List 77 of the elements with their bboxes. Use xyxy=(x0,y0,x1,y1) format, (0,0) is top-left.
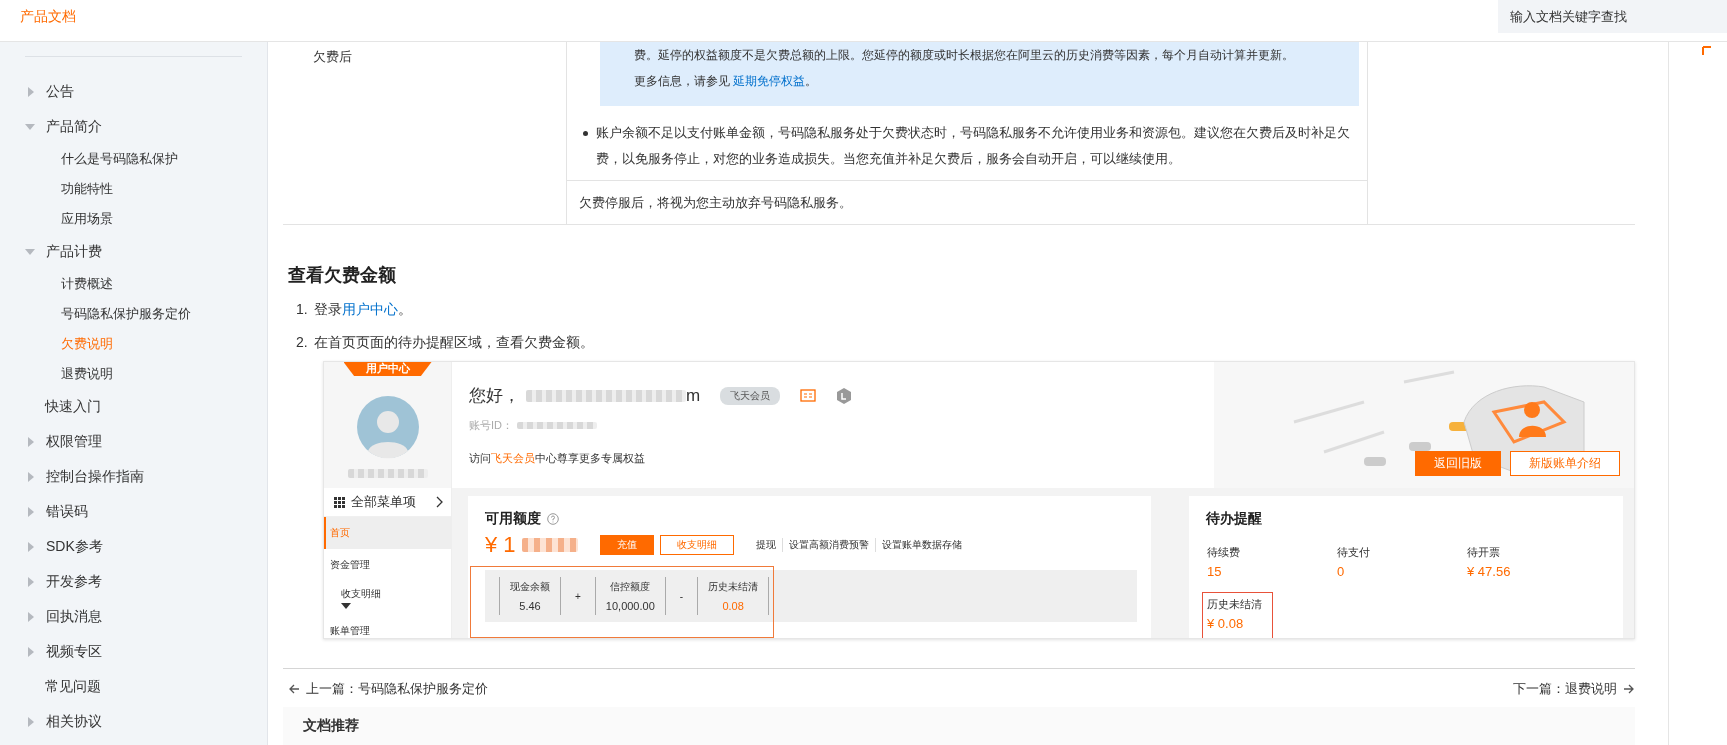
item-value: ¥ 0.08 xyxy=(1207,616,1245,631)
avatar-icon xyxy=(355,395,420,459)
sidebar-item[interactable]: SDK参考 xyxy=(46,537,103,556)
redacted-block xyxy=(521,538,578,552)
note-link[interactable]: 延期免停权益 xyxy=(733,74,806,88)
grid-icon xyxy=(334,496,345,508)
account-label: 账号ID： xyxy=(469,418,513,433)
item-value: 5.46 xyxy=(519,600,541,612)
item-value: 15 xyxy=(1207,564,1223,579)
member-badge: 飞天会员 xyxy=(720,386,781,405)
sidebar-item[interactable]: 产品简介 xyxy=(46,117,102,136)
note-text: 费。延停的权益额度不是欠费总额的上限。您延停的额度或时长根据您在阿里云的历史消费等因素，每个月自动计算并更新。 xyxy=(634,47,1295,64)
id-card-icon xyxy=(800,389,817,402)
prev-link[interactable]: 上一篇：号码隐私保护服务定价 xyxy=(306,680,488,698)
sidebar-item[interactable]: 功能特性 xyxy=(61,180,113,198)
step-text: 在首页页面的待办提醒区域，查看欠费金额。 xyxy=(313,333,594,352)
step-number: 1. xyxy=(296,300,308,319)
item-value: 0 xyxy=(1337,564,1346,579)
sidebar-item[interactable]: 退费说明 xyxy=(61,365,113,383)
balance-amount: ¥ 1 xyxy=(485,532,516,558)
sidebar-item[interactable]: 控制台操作指南 xyxy=(46,467,144,486)
search-field[interactable]: 输入文档关键字查找 xyxy=(1498,0,1727,33)
promo-text: 访问飞天会员中心尊享更多专属权益 xyxy=(469,451,646,466)
item-label: 历史未结清 xyxy=(708,580,759,594)
item-label: 历史未结清 xyxy=(1207,597,1262,612)
sidebar-item[interactable]: 错误码 xyxy=(46,502,88,521)
item-value: 10,000.00 xyxy=(605,600,655,612)
bullet-icon xyxy=(583,131,588,136)
sidebar-item[interactable]: 回执消息 xyxy=(46,607,102,626)
card-title: 可用额度 xyxy=(485,510,541,528)
recommend-title: 文档推荐 xyxy=(303,717,359,733)
sidebar-item[interactable]: 什么是号码隐私保护 xyxy=(61,150,178,168)
action-link[interactable]: 设置高额消费预警 xyxy=(781,538,875,552)
table-cell: 欠费停服后，将视为您主动放弃号码隐私服务。 xyxy=(579,195,852,210)
item-value: 0.08 xyxy=(722,600,744,612)
sidebar-item[interactable]: 号码隐私保护服务定价 xyxy=(61,305,191,323)
help-icon xyxy=(547,513,559,525)
sidebar-item[interactable]: 常见问题 xyxy=(45,677,101,696)
section-heading: 查看欠费金额 xyxy=(288,264,397,287)
item-label: 待支付 xyxy=(1337,545,1370,560)
caret-icon[interactable] xyxy=(341,603,351,609)
item-label: 待开票 xyxy=(1467,545,1501,560)
operator-sign: - xyxy=(679,590,684,602)
sidebar-item[interactable]: 产品计费 xyxy=(46,242,102,261)
note-text: 更多信息，请参见 延期免停权益。 xyxy=(634,73,819,90)
item-label: 现金余额 xyxy=(510,580,550,594)
sidebar-item[interactable]: 快速入门 xyxy=(45,397,101,416)
nav-item[interactable]: 收支明细 xyxy=(324,581,451,607)
level-icon xyxy=(836,387,853,404)
nav-item[interactable]: 资金管理 xyxy=(324,549,451,581)
item-value: ¥ 47.56 xyxy=(1467,564,1511,579)
next-link[interactable]: 下一篇：退费说明 xyxy=(1513,680,1617,698)
chevron-right-icon xyxy=(435,496,443,508)
toolbar-icon[interactable] xyxy=(1702,46,1712,56)
sidebar-item[interactable]: 视频专区 xyxy=(46,642,102,661)
arrow-left-icon[interactable] xyxy=(288,683,300,695)
greeting-text: 您好， xyxy=(469,385,520,407)
step-text: 登录用户中心。 xyxy=(313,300,412,319)
sidebar-item[interactable]: 权限管理 xyxy=(46,432,102,451)
sidebar-item[interactable]: 公告 xyxy=(46,82,74,101)
table-cell: 欠费后 xyxy=(313,49,352,64)
sidebar-item[interactable]: 计费概述 xyxy=(61,275,113,293)
arrow-right-icon[interactable] xyxy=(1623,683,1635,695)
item-label: 待续费 xyxy=(1207,545,1240,560)
card-title: 待办提醒 xyxy=(1206,510,1262,528)
nav-item[interactable]: 账单管理 xyxy=(324,615,451,638)
sidebar-item[interactable]: 相关协议 xyxy=(46,712,102,731)
user-center-link[interactable]: 用户中心 xyxy=(341,301,398,317)
sidebar-item[interactable]: 开发参考 xyxy=(46,572,102,591)
email-text: m xyxy=(686,385,701,406)
action-link[interactable]: 设置账单数据存储 xyxy=(874,538,968,552)
item-label: 信控额度 xyxy=(610,580,651,594)
operator-sign: + xyxy=(575,590,581,602)
table-cell-text: 账户余额不足以支付账单金额，号码隐私服务处于欠费状态时，号码隐私服务不允许使用业务和资源包。建议您在欠费后及时补足欠费，以免服务停止，对您的业务造成损失。当您充值并补足欠费后，服务会自动开启，可以继续使用。 xyxy=(596,124,1351,168)
action-link[interactable]: 提现 xyxy=(749,538,782,552)
step-number: 2. xyxy=(296,333,308,352)
sidebar-item[interactable]: 应用场景 xyxy=(61,210,113,228)
